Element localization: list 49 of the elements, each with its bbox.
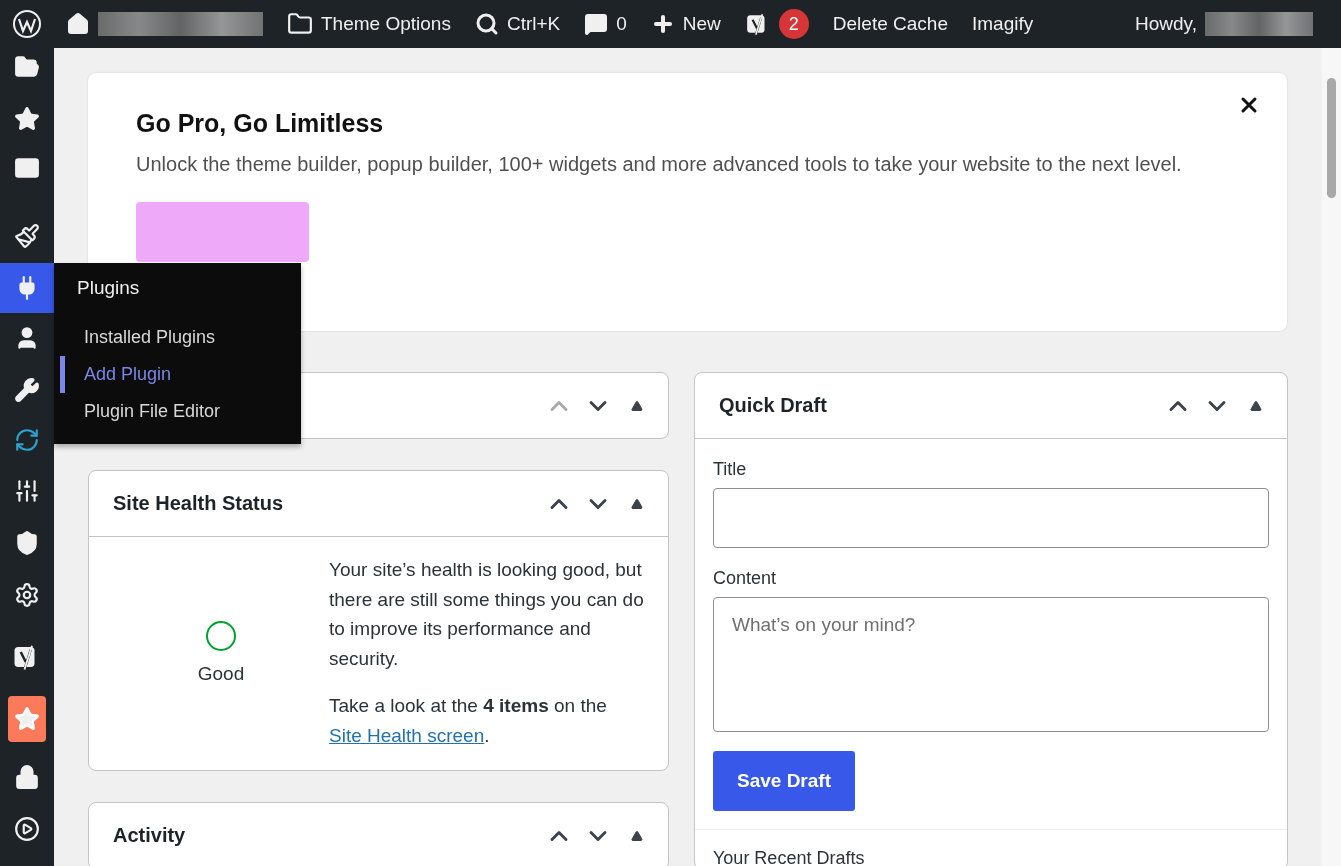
- logo-icon[interactable]: [12, 9, 42, 39]
- comment-count[interactable]: 0: [616, 13, 627, 35]
- toggle-icon[interactable]: [630, 399, 643, 412]
- sync-icon[interactable]: [14, 427, 40, 453]
- save-draft-button[interactable]: Save Draft: [713, 751, 855, 811]
- recent-drafts-heading: Your Recent Drafts: [713, 848, 865, 866]
- search-icon[interactable]: [474, 12, 499, 36]
- toggle-icon[interactable]: [1249, 399, 1262, 412]
- status-ring-icon: [206, 620, 236, 651]
- toggle-icon[interactable]: [630, 829, 643, 842]
- shield-icon[interactable]: [14, 530, 40, 556]
- toggle-icon[interactable]: [630, 497, 643, 510]
- health-status: Good: [197, 662, 245, 685]
- submenu-item[interactable]: Plugin File Editor: [60, 393, 301, 430]
- widget-title: Quick Draft: [719, 394, 828, 417]
- star-icon[interactable]: [14, 106, 40, 132]
- content-textarea[interactable]: What’s on your mind?: [713, 597, 1269, 732]
- folder-icon[interactable]: [14, 54, 40, 80]
- notification-badge: 2: [778, 9, 809, 39]
- submenu-title[interactable]: Plugins: [54, 273, 301, 319]
- paintbrush-icon[interactable]: [14, 223, 40, 249]
- wrench-icon[interactable]: [14, 377, 40, 403]
- sidebar-item-active[interactable]: [0, 263, 54, 313]
- banner-title: Go Pro, Go Limitless: [136, 109, 385, 138]
- imagify-link[interactable]: Imagify: [971, 13, 1034, 35]
- sliders-icon[interactable]: [14, 478, 40, 504]
- site-health-link[interactable]: Site Health screen: [329, 724, 485, 746]
- banner-text: Unlock the theme builder, popup builder, 100+ widgets and more advanced tools to take your website to the next level.: [136, 152, 1183, 177]
- star-icon[interactable]: [14, 706, 40, 732]
- new-link[interactable]: New: [682, 13, 721, 35]
- theme-options-link[interactable]: Theme Options: [321, 13, 451, 35]
- comment-icon[interactable]: [584, 12, 609, 36]
- widget-title: Activity: [113, 824, 187, 847]
- settings-icon[interactable]: [14, 582, 40, 608]
- field-label: Content: [713, 568, 778, 589]
- delete-cache-link[interactable]: Delete Cache: [832, 13, 948, 35]
- widget-title: Site Health Status: [113, 492, 285, 515]
- howdy-text[interactable]: Howdy,: [1135, 13, 1197, 35]
- scrollbar[interactable]: [1322, 48, 1341, 866]
- field-label: Title: [713, 459, 748, 480]
- title-input[interactable]: [713, 488, 1269, 548]
- health-text: Your site’s health is looking good, but there are still some things you can do to improve its performance and security.: [329, 558, 645, 671]
- search-shortcut[interactable]: Ctrl+K: [506, 13, 561, 35]
- home-icon[interactable]: [66, 12, 90, 36]
- submenu-item[interactable]: Installed Plugins: [60, 319, 301, 356]
- lock-icon[interactable]: [14, 764, 40, 790]
- folder-icon[interactable]: [287, 11, 313, 37]
- health-note: Take a look at the 4 items on the Site Health screen.: [329, 694, 608, 748]
- play-icon[interactable]: [14, 816, 40, 842]
